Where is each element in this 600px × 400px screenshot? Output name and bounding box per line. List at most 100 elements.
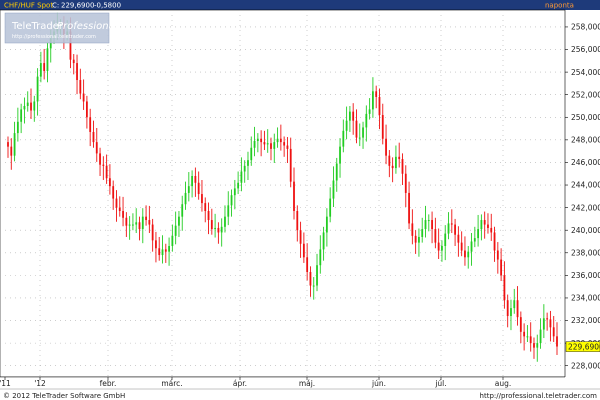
plot-area xyxy=(0,9,566,378)
candle-body xyxy=(398,156,401,160)
candle-body xyxy=(339,146,341,164)
candle-body xyxy=(372,91,374,110)
candle-body xyxy=(496,250,499,260)
candle-body xyxy=(105,165,108,179)
candle-body xyxy=(362,127,364,138)
x-tick-label: '12 xyxy=(34,379,46,388)
candle-body xyxy=(16,121,19,134)
candle-body xyxy=(549,319,552,328)
candle-body xyxy=(118,207,121,212)
candle-body xyxy=(184,192,187,205)
candle-body xyxy=(539,329,542,344)
x-tick-label: jún. xyxy=(371,379,386,388)
candle-body xyxy=(233,188,236,196)
interval-label: naponta xyxy=(545,2,574,10)
candle-body xyxy=(220,226,223,233)
logo-brand-b: Professional xyxy=(57,21,118,32)
symbol-label: CHF/HUF Spot xyxy=(4,2,53,10)
candle-body xyxy=(427,220,430,222)
candle-body xyxy=(161,249,164,256)
candle-body xyxy=(158,248,161,256)
last-value-label: 229,6900 xyxy=(61,2,94,10)
candle-body xyxy=(533,343,535,348)
candle-body xyxy=(13,133,16,156)
candle-body xyxy=(99,153,101,165)
candle-body xyxy=(437,242,440,251)
candle-body xyxy=(414,235,417,243)
candle-body xyxy=(7,142,9,147)
candle-body xyxy=(434,229,437,243)
candle-body xyxy=(467,251,470,258)
candle-body xyxy=(168,246,170,252)
last-price-label: 229,6900 xyxy=(568,342,600,351)
candle-body xyxy=(391,165,394,169)
candle-body xyxy=(516,300,519,318)
candle-body xyxy=(325,216,328,233)
candle-body xyxy=(510,308,512,317)
candle-body xyxy=(36,76,39,102)
candle-body xyxy=(355,120,358,138)
candle-body xyxy=(260,138,263,143)
candle-body xyxy=(217,227,220,233)
candle-body xyxy=(112,186,115,199)
candle-body xyxy=(39,63,42,77)
candle-body xyxy=(523,331,526,337)
candle-body xyxy=(454,224,456,235)
candle-body xyxy=(500,259,503,276)
candle-body xyxy=(477,229,480,239)
candle-body xyxy=(279,138,282,143)
candle-body xyxy=(214,227,217,230)
y-tick-label: 234,0000 xyxy=(571,294,600,303)
candle-body xyxy=(329,198,332,217)
y-tick-label: 242,0000 xyxy=(571,203,600,212)
logo-url: http://professional.teletrader.com xyxy=(12,34,96,40)
candle-body xyxy=(151,224,154,241)
candle-body xyxy=(503,275,506,301)
candle-body xyxy=(20,109,23,122)
candle-body xyxy=(457,234,460,243)
candle-body xyxy=(224,216,226,227)
x-tick-label: máj. xyxy=(299,379,315,388)
candle-body xyxy=(26,102,29,106)
candlestick-chart: CHF/HUF Spot C: 229,6900 -0,5800 naponta… xyxy=(0,0,600,400)
candle-body xyxy=(115,198,118,208)
last-prefix: C: xyxy=(52,2,59,10)
candle-body xyxy=(79,80,82,94)
candle-body xyxy=(312,285,315,287)
y-tick-label: 240,0000 xyxy=(571,226,600,235)
candle-body xyxy=(247,160,249,166)
x-tick-label: júl. xyxy=(434,379,446,388)
candle-body xyxy=(293,181,295,212)
candle-body xyxy=(368,109,371,114)
candle-body xyxy=(109,178,111,187)
y-tick-label: 256,0000 xyxy=(571,45,600,54)
y-tick-label: 252,0000 xyxy=(571,90,600,99)
y-tick-label: 246,0000 xyxy=(571,158,600,167)
candle-body xyxy=(23,105,26,110)
candle-body xyxy=(30,102,32,111)
candle-body xyxy=(227,205,230,217)
candle-body xyxy=(187,186,190,193)
change-label: -0,5800 xyxy=(94,2,121,10)
candle-body xyxy=(141,216,144,230)
candle-body xyxy=(276,138,279,143)
candle-body xyxy=(240,171,243,183)
candle-body xyxy=(89,117,92,132)
candle-body xyxy=(181,204,184,217)
candle-body xyxy=(483,220,486,225)
candle-body xyxy=(378,96,381,116)
x-tick-label: márc. xyxy=(161,379,182,388)
candle-body xyxy=(289,148,292,182)
candle-body xyxy=(174,225,177,236)
candle-body xyxy=(365,113,368,128)
candle-body xyxy=(76,63,78,81)
candle-body xyxy=(210,220,213,230)
candle-body xyxy=(286,145,289,149)
candle-body xyxy=(10,146,13,156)
candle-body xyxy=(381,115,384,139)
candle-body xyxy=(250,147,253,161)
candle-body xyxy=(306,257,309,272)
candle-body xyxy=(529,336,532,344)
candle-body xyxy=(408,192,410,224)
candle-body xyxy=(46,48,49,71)
